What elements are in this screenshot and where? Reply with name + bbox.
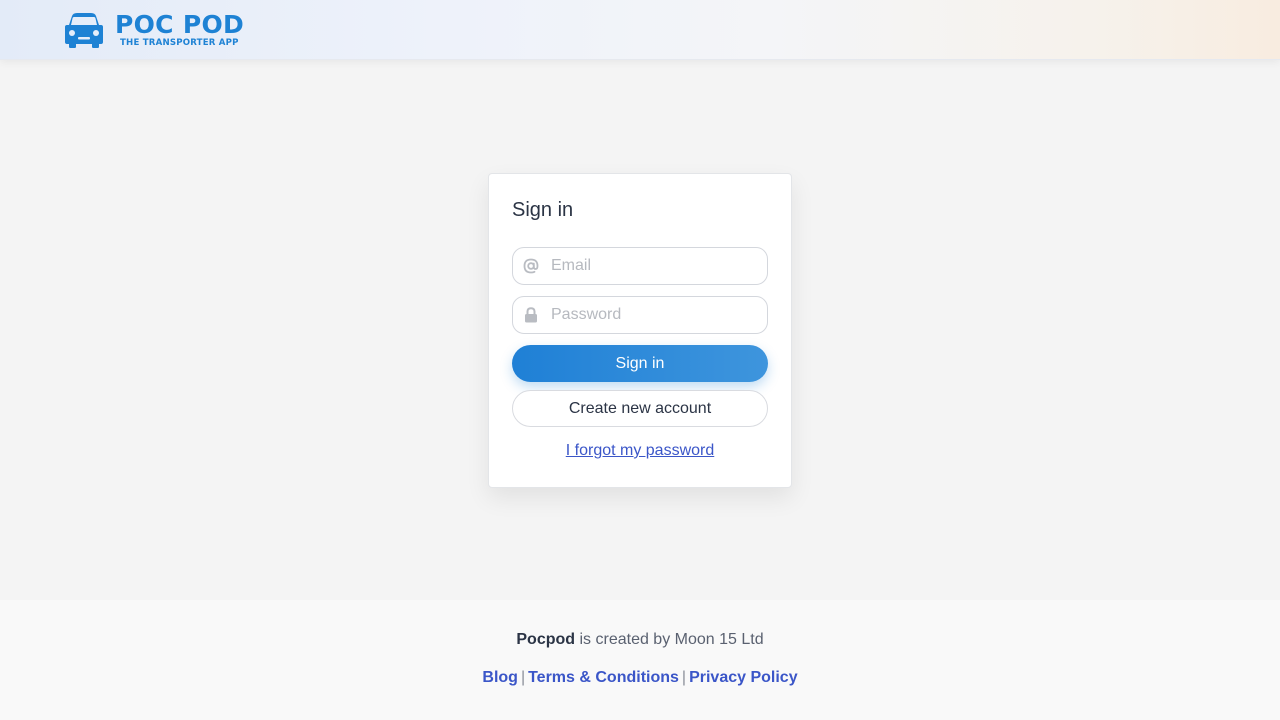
password-field[interactable] (512, 296, 768, 334)
brand-name: POC POD (115, 10, 245, 40)
email-input[interactable] (551, 251, 761, 281)
signin-card: Sign in Sign in Create new account I for… (488, 173, 792, 488)
email-field[interactable] (512, 247, 768, 285)
top-bar: POC POD THE TRANSPORTER APP (0, 0, 1280, 60)
logo[interactable]: POC POD THE TRANSPORTER APP (64, 12, 244, 48)
footer-separator: | (681, 669, 687, 686)
footer: Pocpod is created by Moon 15 Ltd Blog | Te… (0, 600, 1280, 720)
lock-icon (523, 307, 539, 323)
footer-link-blog[interactable]: Blog (482, 669, 518, 686)
footer-link-privacy[interactable]: Privacy Policy (689, 669, 798, 686)
footer-link-terms[interactable]: Terms & Conditions (528, 669, 679, 686)
footer-credit-text: is created by Moon 15 Ltd (575, 631, 764, 648)
footer-links: Blog | Terms & Conditions | Privacy Policy (0, 669, 1280, 687)
brand-tagline: THE TRANSPORTER APP (120, 38, 239, 49)
forgot-password-link[interactable]: I forgot my password (489, 442, 791, 460)
at-sign-icon (523, 258, 539, 274)
footer-brand: Pocpod (516, 631, 576, 648)
footer-separator: | (520, 669, 526, 686)
create-account-button[interactable]: Create new account (512, 390, 768, 427)
signin-title: Sign in (512, 199, 574, 221)
password-input[interactable] (551, 300, 761, 330)
signin-button[interactable]: Sign in (512, 345, 768, 382)
footer-credit: Pocpod is created by Moon 15 Ltd (0, 631, 1280, 649)
car-icon (65, 13, 103, 48)
